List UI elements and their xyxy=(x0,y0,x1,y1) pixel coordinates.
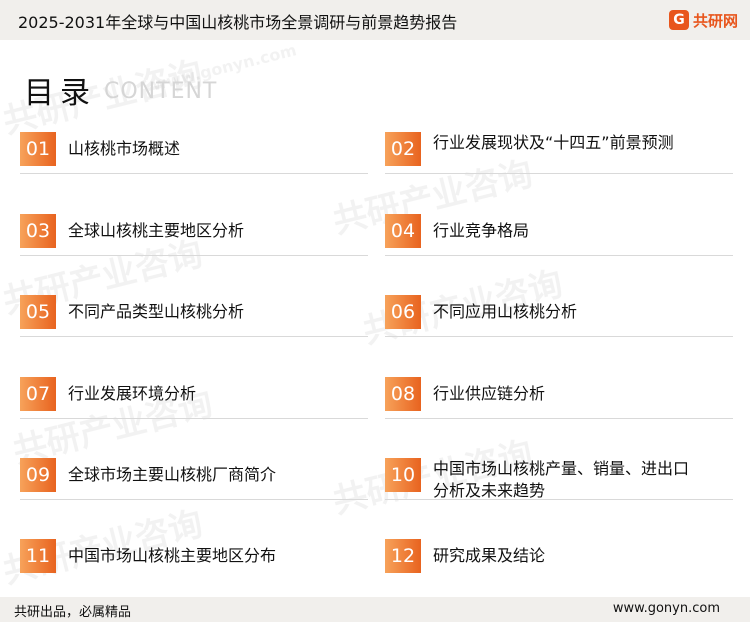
toc-number: 12 xyxy=(385,539,421,573)
toc-label: 行业竞争格局 xyxy=(433,221,530,240)
toc-label: 山核桃市场概述 xyxy=(68,139,181,158)
toc-number: 09 xyxy=(20,458,56,492)
footer-bar: 共研出品，必属精品 www.gonyn.com xyxy=(0,597,750,622)
toc-item-08[interactable]: 08 行业供应链分析 xyxy=(385,377,735,419)
toc-item-12[interactable]: 12 研究成果及结论 xyxy=(385,539,735,579)
toc-label: 中国市场山核桃产量、销量、进出口分析及未来趋势 xyxy=(433,459,690,500)
divider xyxy=(20,173,368,174)
toc-item-10[interactable]: 10 中国市场山核桃产量、销量、进出口分析及未来趋势 xyxy=(385,458,735,500)
header-bar: 2025-2031年全球与中国山核桃市场全景调研与前景趋势报告 G 共研网 xyxy=(0,0,750,40)
toc-number: 07 xyxy=(20,377,56,411)
toc-number: 04 xyxy=(385,214,421,248)
toc-label: 中国市场山核桃主要地区分布 xyxy=(68,546,277,565)
footer-slogan: 共研出品，必属精品 xyxy=(14,605,132,620)
toc-item-05[interactable]: 05 不同产品类型山核桃分析 xyxy=(20,295,370,337)
footer-website-link[interactable]: www.gonyn.com xyxy=(613,601,720,616)
divider xyxy=(385,499,733,500)
toc-number: 08 xyxy=(385,377,421,411)
divider xyxy=(385,173,733,174)
toc-item-01[interactable]: 01 山核桃市场概述 xyxy=(20,132,370,174)
toc-heading: 目录 CONTENT xyxy=(24,68,216,112)
divider xyxy=(385,336,733,337)
report-title: 2025-2031年全球与中国山核桃市场全景调研与前景趋势报告 xyxy=(18,13,458,32)
toc-number: 02 xyxy=(385,132,421,166)
divider xyxy=(385,255,733,256)
toc-item-02[interactable]: 02 行业发展现状及“十四五”前景预测 xyxy=(385,132,735,174)
toc-label: 行业发展现状及“十四五”前景预测 xyxy=(433,133,674,152)
toc-number: 05 xyxy=(20,295,56,329)
logo-icon: G xyxy=(668,10,689,30)
toc-label: 行业供应链分析 xyxy=(433,384,546,403)
divider xyxy=(385,418,733,419)
toc-item-03[interactable]: 03 全球山核桃主要地区分析 xyxy=(20,214,370,256)
toc-heading-cn: 目录 xyxy=(24,76,96,111)
toc-number: 01 xyxy=(20,132,56,166)
toc-number: 10 xyxy=(385,458,421,492)
brand-logo[interactable]: G 共研网 xyxy=(668,8,738,32)
toc-label: 全球市场主要山核桃厂商简介 xyxy=(68,465,277,484)
divider xyxy=(20,418,368,419)
toc-number: 11 xyxy=(20,539,56,573)
toc-item-11[interactable]: 11 中国市场山核桃主要地区分布 xyxy=(20,539,370,579)
toc-label: 不同应用山核桃分析 xyxy=(433,302,578,321)
toc-item-07[interactable]: 07 行业发展环境分析 xyxy=(20,377,370,419)
toc-label: 不同产品类型山核桃分析 xyxy=(68,302,245,321)
toc-item-09[interactable]: 09 全球市场主要山核桃厂商简介 xyxy=(20,458,370,500)
toc-label: 研究成果及结论 xyxy=(433,546,546,565)
divider xyxy=(20,336,368,337)
toc-number: 06 xyxy=(385,295,421,329)
toc-number: 03 xyxy=(20,214,56,248)
divider xyxy=(20,499,368,500)
toc-label: 行业发展环境分析 xyxy=(68,384,197,403)
toc-heading-en: CONTENT xyxy=(104,79,218,104)
divider xyxy=(20,255,368,256)
toc-label: 全球山核桃主要地区分析 xyxy=(68,221,245,240)
toc-item-06[interactable]: 06 不同应用山核桃分析 xyxy=(385,295,735,337)
toc-item-04[interactable]: 04 行业竞争格局 xyxy=(385,214,735,256)
logo-text: 共研网 xyxy=(692,11,738,30)
